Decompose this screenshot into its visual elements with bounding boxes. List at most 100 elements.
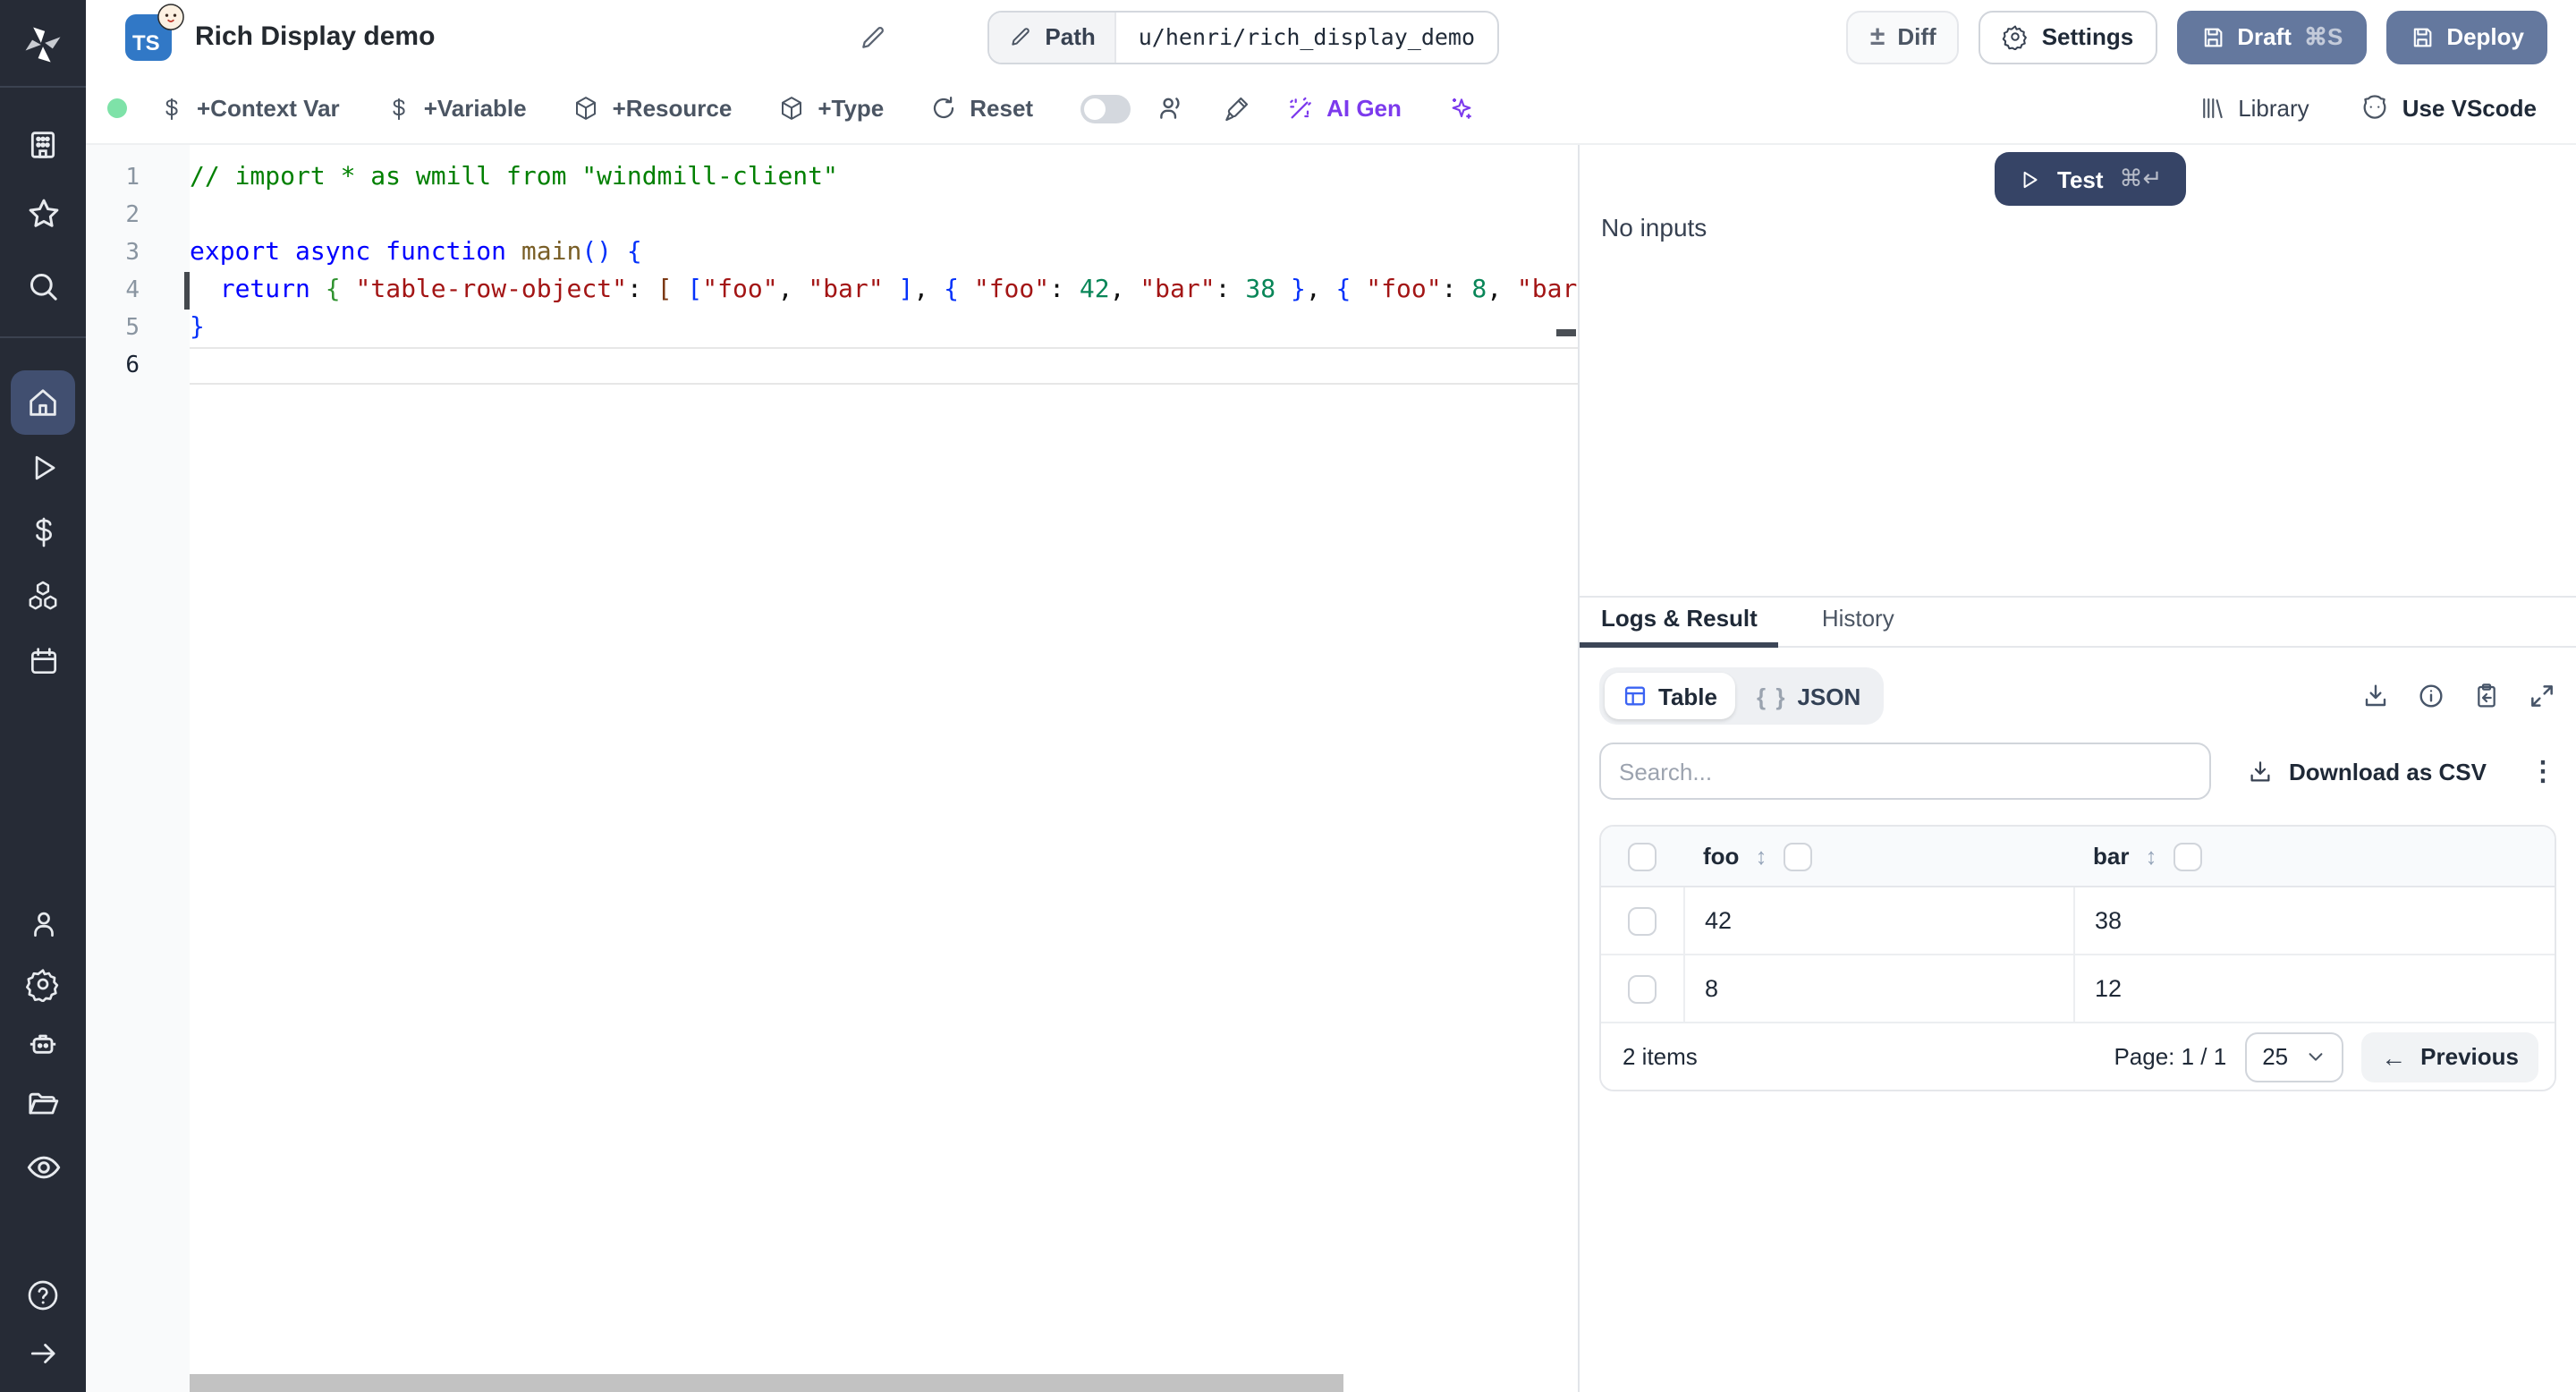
deploy-button[interactable]: Deploy [2385, 10, 2547, 64]
test-label: Test [2057, 166, 2104, 192]
cell-foo: 8 [1705, 975, 1718, 1002]
sidebar-item-help[interactable] [0, 1263, 86, 1328]
row-checkbox[interactable] [1628, 906, 1657, 935]
line-number: 5 [86, 310, 140, 347]
reset-button[interactable]: Reset [930, 95, 1033, 122]
kebab-menu-icon[interactable]: ⋮ [2529, 758, 2556, 785]
test-button[interactable]: Test ⌘↵ [1995, 152, 2185, 206]
result-table: foo ↕ bar ↕ 42 [1599, 825, 2556, 1091]
braces-icon: { } [1757, 683, 1786, 709]
row-checkbox[interactable] [1628, 974, 1657, 1003]
sidebar-item-favorites[interactable] [0, 181, 86, 245]
sidebar-item-workers[interactable] [0, 1013, 86, 1077]
typescript-badge: TS [125, 13, 172, 60]
code-editor[interactable]: 1 2 3 4 5 6 // import * as wmill from "w… [86, 145, 1578, 1392]
editor-gutter: 1 2 3 4 5 6 [86, 145, 190, 1392]
add-type-button[interactable]: +Type [778, 95, 884, 122]
code-line[interactable]: export async function main() { [190, 234, 1578, 272]
column-header-foo[interactable]: foo [1703, 843, 1739, 870]
results-section: Table { } JSON [1580, 648, 2576, 1392]
format-code-icon[interactable] [1221, 94, 1250, 123]
library-button[interactable]: Library [2199, 95, 2309, 122]
sidebar-item-workspace[interactable] [0, 113, 86, 177]
copy-to-clipboard-icon[interactable] [2472, 682, 2501, 710]
sidebar-collapse-icon[interactable] [0, 1320, 86, 1385]
tab-logs-result[interactable]: Logs & Result [1601, 605, 1779, 646]
column-toggle-checkbox[interactable] [1783, 842, 1811, 870]
sidebar-divider [0, 86, 86, 88]
context-var-label: +Context Var [197, 95, 340, 122]
type-label: +Type [818, 95, 884, 122]
settings-label: Settings [2042, 23, 2134, 50]
download-as-csv-button[interactable]: Download as CSV [2248, 758, 2487, 785]
code-line[interactable] [190, 197, 1578, 234]
expand-icon[interactable] [2528, 682, 2556, 710]
test-shortcut: ⌘↵ [2120, 165, 2163, 193]
previous-page-button[interactable]: ← Previous [2361, 1031, 2538, 1082]
code-line[interactable]: return { "table-row-object": [ ["foo", "… [190, 272, 1578, 310]
tab-history[interactable]: History [1822, 605, 1916, 646]
draft-shortcut: ⌘S [2304, 22, 2343, 51]
sidebar-item-variables[interactable] [0, 499, 86, 564]
json-view-label: JSON [1797, 683, 1860, 709]
settings-button[interactable]: Settings [1979, 10, 2157, 64]
edit-summary-pencil-icon[interactable] [859, 22, 887, 51]
dollar-icon [386, 96, 411, 121]
sidebar-item-settings[interactable] [0, 952, 86, 1016]
package-icon [778, 95, 805, 122]
diff-button[interactable]: ± Diff [1847, 10, 1960, 64]
download-result-icon[interactable] [2361, 682, 2390, 710]
status-green-dot [107, 98, 127, 118]
view-toggle-table[interactable]: Table [1605, 673, 1735, 719]
use-vscode-button[interactable]: Use VScode [2360, 93, 2537, 123]
toggle-knob [1083, 98, 1105, 119]
search-input[interactable] [1599, 743, 2211, 800]
sidebar-item-users[interactable] [0, 891, 86, 955]
code-line[interactable]: } [190, 310, 1578, 347]
sort-icon[interactable]: ↕ [2145, 845, 2157, 868]
path-value[interactable]: u/henri/rich_display_demo [1117, 12, 1496, 62]
sidebar-item-runs[interactable] [0, 435, 86, 499]
sidebar-item-audit-logs[interactable] [0, 1134, 86, 1199]
add-variable-button[interactable]: +Variable [386, 95, 527, 122]
arrow-left-icon: ← [2381, 1044, 2406, 1069]
column-toggle-checkbox[interactable] [2173, 842, 2201, 870]
add-resource-button[interactable]: +Resource [573, 95, 733, 122]
diff-label: Diff [1897, 23, 1936, 50]
table-header: foo ↕ bar ↕ [1601, 827, 2555, 887]
ai-gen-button[interactable]: AI Gen [1285, 94, 1402, 123]
sidebar-item-schedules[interactable] [0, 628, 86, 692]
sidebar-item-folders[interactable] [0, 1072, 86, 1136]
multiplayer-icon[interactable] [1155, 93, 1185, 123]
table-row[interactable]: 42 38 [1601, 887, 2555, 955]
play-icon [2018, 167, 2041, 191]
page-size-select[interactable]: 25 [2244, 1031, 2343, 1082]
view-toggle-json[interactable]: { } JSON [1739, 673, 1878, 719]
library-label: Library [2238, 95, 2309, 122]
windmill-logo-icon[interactable] [0, 14, 86, 75]
horizontal-scrollbar[interactable] [190, 1374, 1343, 1392]
code-line-current[interactable] [190, 347, 1578, 385]
select-all-checkbox[interactable] [1628, 842, 1657, 870]
draft-button[interactable]: Draft ⌘S [2176, 10, 2366, 64]
add-context-var-button[interactable]: +Context Var [159, 95, 340, 122]
sparkles-icon[interactable] [1448, 94, 1477, 123]
sidebar-item-home[interactable] [0, 370, 86, 435]
page-size-value: 25 [2262, 1043, 2288, 1070]
editor-toolbar: +Context Var +Variable +Resource +Type R… [86, 73, 2576, 145]
reset-label: Reset [970, 95, 1033, 122]
column-header-bar[interactable]: bar [2093, 843, 2129, 870]
sort-icon[interactable]: ↕ [1755, 845, 1767, 868]
code-area[interactable]: // import * as wmill from "windmill-clie… [190, 145, 1578, 1392]
sidebar-item-search[interactable] [0, 254, 86, 318]
table-row[interactable]: 8 12 [1601, 955, 2555, 1023]
resource-label: +Resource [613, 95, 733, 122]
line-number: 4 [86, 272, 140, 310]
sidebar-item-resources[interactable] [0, 564, 86, 628]
info-icon[interactable] [2417, 682, 2445, 710]
diff-mode-toggle[interactable] [1080, 94, 1130, 123]
path-edit-button[interactable]: Path [989, 12, 1116, 62]
ai-gen-label: AI Gen [1326, 95, 1402, 122]
run-panel: Test ⌘↵ No inputs Logs & Result History [1578, 145, 2576, 1392]
code-line[interactable]: // import * as wmill from "windmill-clie… [190, 159, 1578, 197]
